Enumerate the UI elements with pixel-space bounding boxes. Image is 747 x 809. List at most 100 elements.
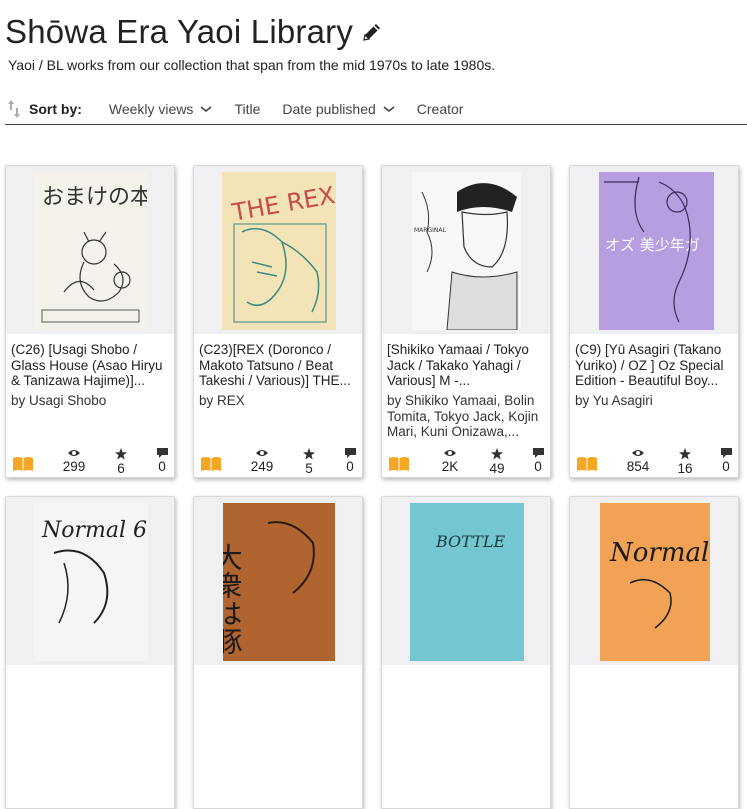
- comment-icon: [720, 448, 732, 458]
- views-stat: 249: [242, 448, 282, 474]
- cover-area: 大衆は豚: [194, 497, 362, 665]
- views-count: 299: [62, 459, 86, 474]
- library-card[interactable]: Normal 6: [5, 496, 175, 809]
- cover-area: THE REX: [194, 166, 362, 334]
- card-stats: 299 6 0: [6, 448, 174, 477]
- stars-stat: 6: [101, 448, 141, 476]
- sort-option-weekly-views[interactable]: Weekly views: [109, 101, 213, 117]
- cover-text: おまけの本: [42, 185, 147, 210]
- cover-text: MARGINAL: [414, 227, 446, 234]
- comments-stat: 0: [142, 448, 174, 474]
- pencil-icon[interactable]: [361, 21, 383, 43]
- page-title: Shōwa Era Yaoi Library: [5, 13, 354, 50]
- library-card[interactable]: Normal: [569, 496, 739, 809]
- comments-stat: 0: [330, 448, 362, 474]
- star-icon: [115, 448, 127, 460]
- star-icon: [303, 448, 315, 460]
- card-creator[interactable]: by REX: [199, 393, 361, 409]
- library-card[interactable]: おまけの本 (C26) [Usagi Shobo / Glass House (…: [5, 165, 175, 478]
- eye-icon: [632, 450, 644, 456]
- cover-image[interactable]: THE REX: [222, 172, 336, 330]
- cover-image[interactable]: MARGINAL: [412, 172, 521, 330]
- card-title[interactable]: (C23)[REX (Doronco / Makoto Tatsuno / Be…: [199, 342, 361, 389]
- card-title[interactable]: (C9) [Yū Asagiri (Takano Yuriko) / OZ ] …: [575, 342, 737, 389]
- star-icon: [491, 448, 503, 460]
- cover-area: オズ 美少年ガ: [570, 166, 738, 334]
- cover-text: Normal 6: [41, 518, 147, 543]
- card-stats: 249 5 0: [194, 448, 362, 477]
- cover-area: おまけの本: [6, 166, 174, 334]
- library-card[interactable]: オズ 美少年ガ (C9) [Yū Asagiri (Takano Yuriko)…: [569, 165, 739, 478]
- library-card[interactable]: MARGINAL [Shikiko Yamaai / Tokyo Jack / …: [381, 165, 551, 478]
- cover-area: Normal: [570, 497, 738, 665]
- open-book-icon[interactable]: [388, 456, 410, 472]
- stars-stat: 49: [477, 448, 517, 476]
- eye-icon: [68, 450, 80, 456]
- comments-stat: 0: [518, 448, 550, 474]
- stars-count: 16: [677, 461, 693, 476]
- sort-option-label: Creator: [416, 101, 464, 117]
- comment-icon: [532, 448, 544, 458]
- cover-area: BOTTLE: [382, 497, 550, 665]
- card-creator[interactable]: by Usagi Shobo: [11, 393, 173, 409]
- cover-text: オズ 美少年ガ: [605, 236, 700, 254]
- card-creator[interactable]: by Yu Asagiri: [575, 393, 737, 409]
- views-stat: 854: [618, 448, 658, 474]
- card-title[interactable]: [Shikiko Yamaai / Tokyo Jack / Takako Ya…: [387, 342, 549, 389]
- eye-icon: [256, 450, 268, 456]
- sort-label: Sort by:: [29, 101, 82, 117]
- stars-count: 6: [117, 461, 125, 476]
- views-stat: 2K: [430, 448, 470, 474]
- cover-image[interactable]: Normal: [600, 503, 710, 661]
- library-card[interactable]: BOTTLE: [381, 496, 551, 809]
- cover-image[interactable]: 大衆は豚: [223, 503, 335, 661]
- open-book-icon[interactable]: [576, 456, 598, 472]
- comments-count: 0: [158, 459, 166, 474]
- open-book-icon[interactable]: [12, 456, 34, 472]
- eye-icon: [444, 450, 456, 456]
- cover-image[interactable]: おまけの本: [34, 172, 147, 330]
- chevron-down-icon: [383, 106, 395, 113]
- sort-option-creator[interactable]: Creator: [417, 101, 464, 117]
- views-count: 249: [250, 459, 274, 474]
- views-count: 854: [626, 459, 650, 474]
- sort-option-title[interactable]: Title: [234, 101, 260, 117]
- cover-image[interactable]: Normal 6: [34, 503, 148, 661]
- views-count: 2K: [441, 459, 459, 474]
- sort-bar: Sort by: Weekly views Title Date publish…: [5, 94, 747, 125]
- stars-count: 5: [305, 461, 313, 476]
- cover-text: BOTTLE: [435, 532, 505, 551]
- open-book-icon[interactable]: [200, 456, 222, 472]
- comment-icon: [156, 448, 168, 458]
- cover-area: Normal 6: [6, 497, 174, 665]
- comment-icon: [344, 448, 356, 458]
- comments-count: 0: [722, 459, 730, 474]
- comments-stat: 0: [706, 448, 738, 474]
- cover-text: 大衆は豚: [223, 543, 244, 655]
- stars-count: 49: [489, 461, 505, 476]
- title-row: Shōwa Era Yaoi Library: [5, 12, 383, 52]
- library-card[interactable]: THE REX (C23)[REX (Doronco / Makoto Tats…: [193, 165, 363, 478]
- card-stats: 854 16 0: [570, 448, 738, 477]
- sort-icon: [8, 100, 20, 118]
- sort-option-label: Date published: [282, 101, 376, 117]
- star-icon: [679, 448, 691, 460]
- sort-option-date-published[interactable]: Date published: [282, 101, 395, 117]
- views-stat: 299: [54, 448, 94, 474]
- stars-stat: 16: [665, 448, 705, 476]
- cover-image[interactable]: BOTTLE: [410, 503, 524, 661]
- card-title[interactable]: (C26) [Usagi Shobo / Glass House (Asao H…: [11, 342, 173, 389]
- stars-stat: 5: [289, 448, 329, 476]
- library-card[interactable]: 大衆は豚: [193, 496, 363, 809]
- chevron-down-icon: [200, 106, 212, 113]
- sort-option-label: Title: [234, 101, 261, 117]
- card-creator[interactable]: by Shikiko Yamaai, Bolin Tomita, Tokyo J…: [387, 393, 549, 440]
- cover-image[interactable]: オズ 美少年ガ: [599, 172, 714, 330]
- sort-option-label: Weekly views: [108, 101, 194, 117]
- comments-count: 0: [346, 459, 354, 474]
- card-stats: 2K 49 0: [382, 448, 550, 477]
- cover-text: Normal: [609, 538, 709, 568]
- page-subtitle: Yaoi / BL works from our collection that…: [8, 57, 496, 73]
- cover-area: MARGINAL: [382, 166, 550, 334]
- comments-count: 0: [534, 459, 542, 474]
